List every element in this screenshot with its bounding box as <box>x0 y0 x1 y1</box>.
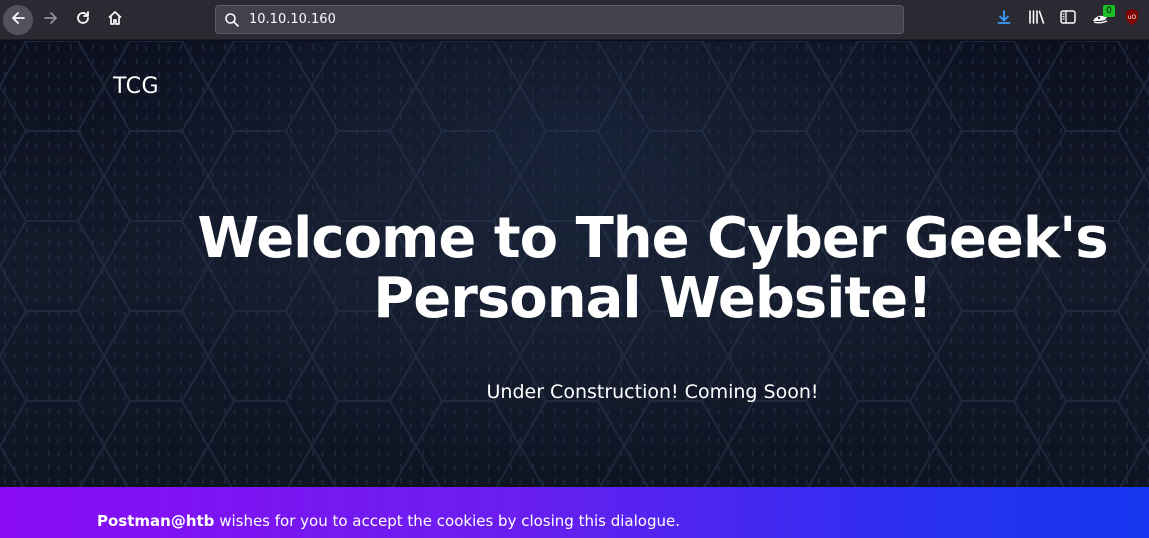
sidebar-icon <box>1060 9 1076 29</box>
home-button[interactable] <box>100 5 130 35</box>
cookie-banner-message: wishes for you to accept the cookies by … <box>214 512 680 530</box>
back-arrow-icon <box>9 9 27 32</box>
url-bar[interactable]: 10.10.10.160 <box>215 5 904 34</box>
page-content: TCG Welcome to The Cyber Geek's Personal… <box>0 41 1149 538</box>
reload-button[interactable] <box>68 5 98 35</box>
ublock-icon: uO <box>1124 8 1140 31</box>
hero-title-line-2: Personal Website! <box>373 266 932 331</box>
sidebar-button[interactable] <box>1057 8 1079 30</box>
library-button[interactable] <box>1026 8 1048 30</box>
forward-arrow-icon <box>42 9 60 32</box>
url-text: 10.10.10.160 <box>249 12 336 27</box>
reload-icon <box>74 9 92 32</box>
cookie-banner-sender: Postman@htb <box>97 512 215 530</box>
browser-toolbar: 10.10.10.160 0 uO <box>0 0 1149 40</box>
cookie-banner[interactable]: Postman@htb wishes for you to accept the… <box>0 487 1149 538</box>
site-brand[interactable]: TCG <box>113 74 159 99</box>
cookie-banner-text: Postman@htb wishes for you to accept the… <box>97 512 680 530</box>
search-icon <box>224 12 240 33</box>
hero-title-line-1: Welcome to The Cyber Geek's <box>197 206 1108 271</box>
library-icon <box>1028 9 1046 30</box>
forward-button[interactable] <box>36 5 66 35</box>
hero-title: Welcome to The Cyber Geek's Personal Web… <box>190 209 1115 329</box>
downloads-button[interactable] <box>993 8 1015 30</box>
ublock-button[interactable]: uO <box>1121 8 1143 30</box>
back-button[interactable] <box>3 5 33 35</box>
download-icon <box>996 9 1012 30</box>
extension-badge: 0 <box>1103 5 1115 17</box>
hero-subtitle: Under Construction! Coming Soon! <box>486 381 819 403</box>
home-icon <box>106 9 124 32</box>
svg-text:uO: uO <box>1128 14 1137 21</box>
